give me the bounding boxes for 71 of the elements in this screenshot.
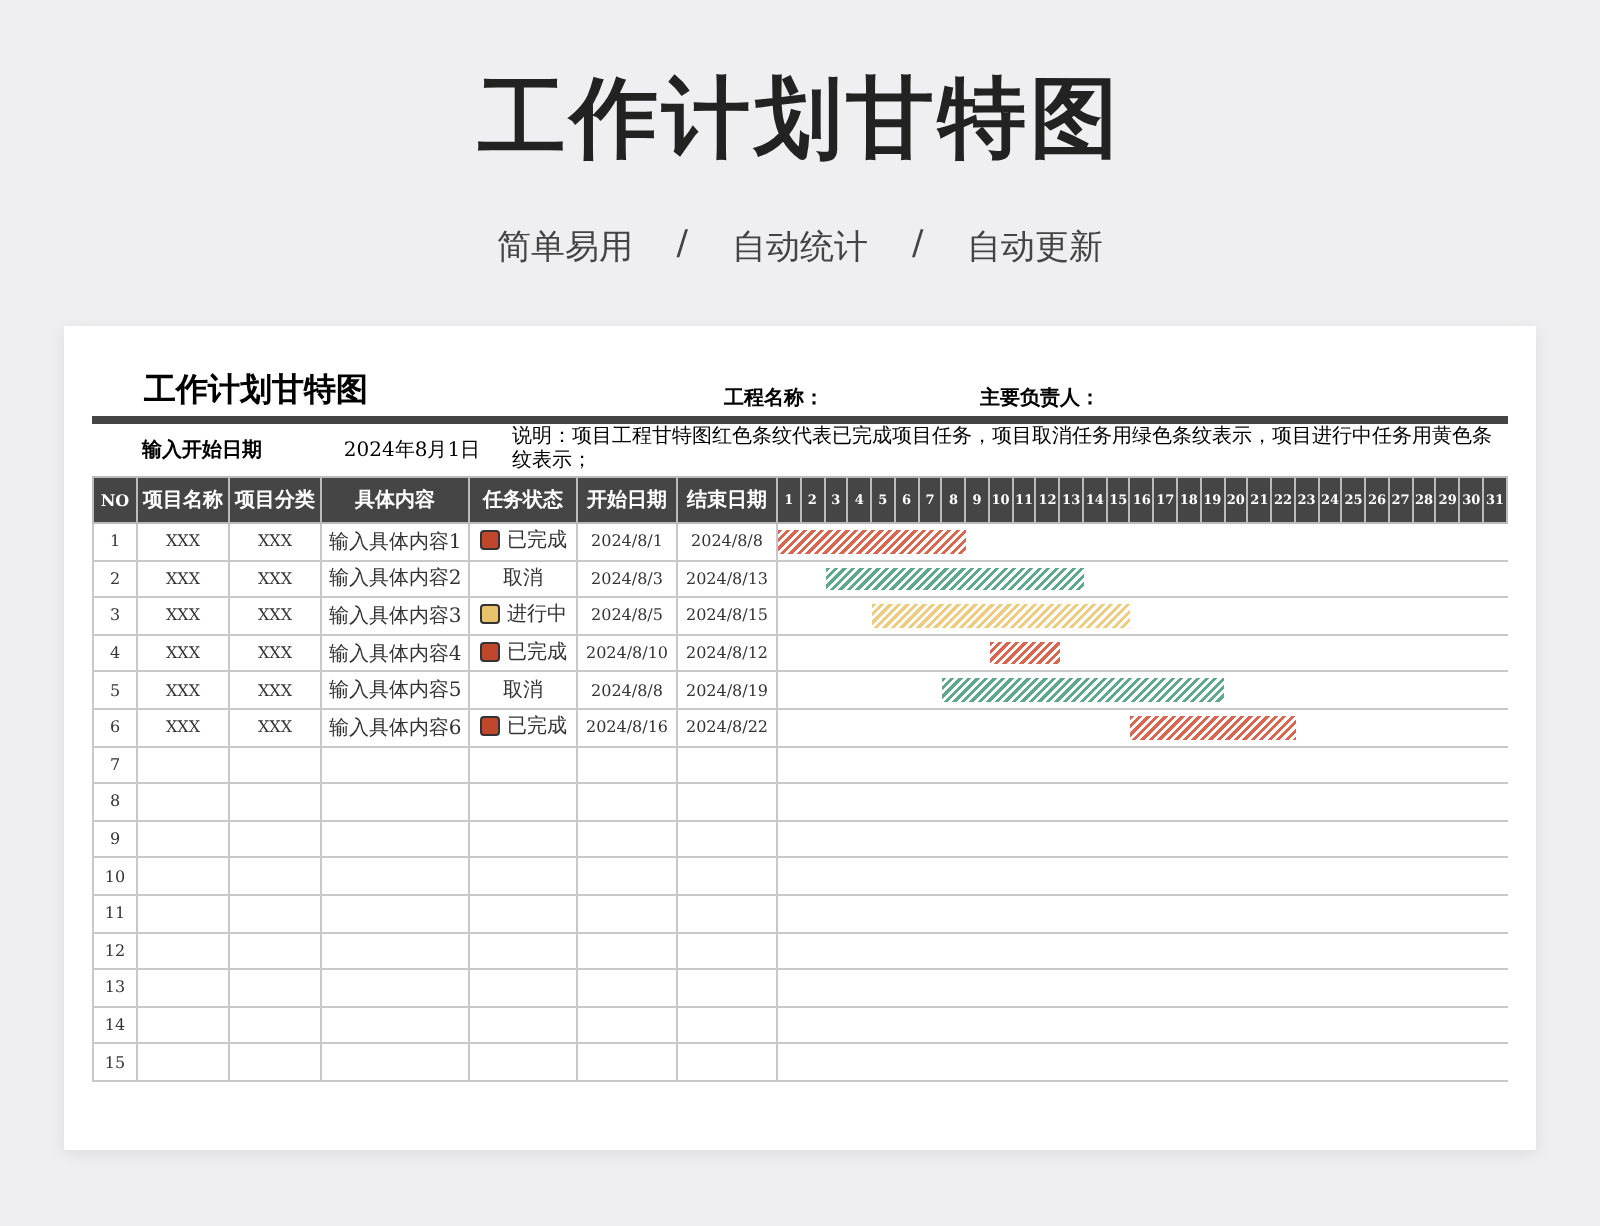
column-header: NO [93,477,137,523]
owner-label: 主要负责人： [980,384,1102,412]
column-header: 开始日期 [577,477,677,523]
table-cell: XXX [229,597,321,635]
status-text: 取消 [503,565,543,593]
table-cell: XXX [229,523,321,561]
separator: / [912,224,924,268]
table-cell: XXX [229,708,321,747]
column-header: 项目名称 [137,477,229,523]
table-cell: XXX [137,523,229,561]
table-cell: 2024/8/5 [577,597,677,635]
table-cell: XXX [137,634,229,672]
row-number: 2 [93,560,137,598]
table-cell: XXX [229,671,321,709]
sheet-title: 工作计划甘特图 [144,370,370,412]
table-cell: 2024/8/13 [677,560,777,598]
tagline: 自动更新 [967,226,1104,270]
row-number: 10 [93,857,137,895]
table-cell: 输入具体内容1 [321,523,469,561]
row-number: 11 [93,894,137,933]
table-cell: 2024/8/3 [577,560,677,598]
page-title: 工作计划甘特图 [478,68,1122,172]
table-cell: XXX [229,634,321,672]
tagline: 简单易用 [496,226,633,270]
table-cell: XXX [137,560,229,598]
column-header: 任务状态 [469,477,577,523]
status-text: 已完成 [507,527,567,555]
row-number: 8 [93,783,137,821]
start-date-value: 2024年8月1日 [341,438,483,464]
row-number: 4 [93,634,137,672]
table-cell: 2024/8/8 [677,523,777,561]
status-text: 已完成 [507,713,567,741]
start-date-label: 输入开始日期 [139,437,264,464]
column-header: 结束日期 [677,477,777,523]
table-cell: 2024/8/16 [577,708,677,747]
table-cell: 输入具体内容5 [321,671,469,709]
row-number: 14 [93,1006,137,1044]
table-cell: XXX [137,708,229,747]
table-cell: 2024/8/12 [677,634,777,672]
table-cell: XXX [137,671,229,709]
note-text: 说明：项目工程甘特图红色条纹代表已完成项目任务，项目取消任务用绿色条纹表示，项目进行中任务用黄色条纹表示； [512,426,1494,474]
column-header: 项目分类 [229,477,321,523]
row-number: 9 [93,820,137,858]
row-number: 3 [93,597,137,635]
table-cell: 2024/8/10 [577,634,677,672]
table-cell: 2024/8/1 [577,523,677,561]
table-cell: 输入具体内容4 [321,634,469,672]
row-number: 6 [93,708,137,747]
status-text: 进行中 [507,601,567,629]
row-number: 5 [93,671,137,709]
table-cell: 2024/8/19 [677,671,777,709]
table-cell: 输入具体内容2 [321,560,469,598]
table-cell: 输入具体内容3 [321,597,469,635]
row-number: 15 [93,1043,137,1081]
table-cell: 2024/8/15 [677,597,777,635]
tagline: 自动统计 [732,226,868,270]
row-number: 1 [93,523,137,561]
gantt-bar [989,641,1061,665]
table-cell: 2024/8/22 [677,708,777,747]
row-number: 12 [93,932,137,970]
table-cell: XXX [229,560,321,598]
row-number: 7 [93,746,137,784]
table-cell: XXX [137,597,229,635]
separator: / [676,224,688,268]
status-text: 取消 [503,677,543,705]
table-cell: 输入具体内容6 [321,708,469,747]
column-header: 具体内容 [321,477,469,523]
project-name-label: 工程名称： [724,385,826,412]
status-text: 已完成 [507,639,567,667]
row-number: 13 [93,969,137,1007]
table-cell: 2024/8/8 [577,671,677,709]
